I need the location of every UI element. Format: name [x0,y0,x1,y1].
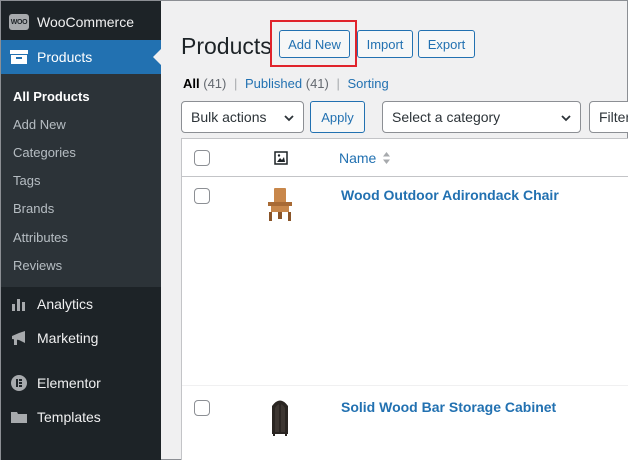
filter-all-count: (41) [203,76,227,91]
apply-button[interactable]: Apply [310,101,365,133]
table-header: Name [182,139,628,177]
filter-all[interactable]: All [183,76,200,91]
submenu-attributes[interactable]: Attributes [13,230,68,245]
category-select-value: Select a category [392,109,501,125]
menu-products[interactable]: Products [1,40,161,74]
product-name-link[interactable]: Wood Outdoor Adirondack Chair [341,187,559,203]
menu-templates[interactable]: Templates [1,400,161,434]
export-button[interactable]: Export [418,30,475,58]
menu-marketing-label: Marketing [37,330,99,346]
menu-marketing[interactable]: Marketing [1,321,161,355]
analytics-icon [1,296,37,312]
elementor-icon [1,374,37,392]
row-checkbox[interactable] [194,400,210,416]
submenu-tags[interactable]: Tags [13,173,40,188]
menu-products-label: Products [37,49,93,65]
submenu-add-new[interactable]: Add New [13,117,66,132]
row-divider [182,385,628,386]
menu-woocommerce-label: WooCommerce [37,14,134,30]
image-icon [274,151,288,165]
status-filter-links: All (41) | Published (41) | Sorting [183,76,389,91]
chevron-down-icon [561,115,571,122]
admin-sidebar: WOO WooCommerce Products All Products Ad… [1,1,161,460]
add-new-highlight [270,20,357,67]
submenu-brands[interactable]: Brands [13,201,54,216]
submenu-reviews[interactable]: Reviews [13,258,62,273]
woocommerce-icon: WOO [1,14,37,30]
products-submenu: All Products Add New Categories Tags Bra… [1,74,161,287]
submenu-categories[interactable]: Categories [13,145,76,160]
column-name-sort[interactable]: Name [339,150,391,166]
page-title: Products [181,33,272,59]
storage-cabinet-image [272,400,288,436]
filter-sorting[interactable]: Sorting [348,76,389,91]
column-name-label: Name [339,150,377,166]
filter-published-count: (41) [305,76,329,91]
category-select[interactable]: Select a category [382,101,581,133]
menu-analytics[interactable]: Analytics [1,287,161,321]
main-content: Products Add New Import Export All (41) … [161,1,628,460]
product-name-link[interactable]: Solid Wood Bar Storage Cabinet [341,399,556,415]
filter-separator: | [234,76,238,91]
product-thumbnail[interactable] [260,184,300,224]
menu-elementor[interactable]: Elementor [1,366,161,400]
import-button[interactable]: Import [357,30,413,58]
menu-templates-label: Templates [37,409,101,425]
filter-published[interactable]: Published [245,76,302,91]
menu-elementor-label: Elementor [37,375,101,391]
chevron-down-icon [284,115,294,122]
menu-woocommerce[interactable]: WOO WooCommerce [1,5,161,39]
megaphone-icon [1,330,37,346]
menu-analytics-label: Analytics [37,296,94,312]
filter-separator: | [336,76,340,91]
product-type-filter-value: Filter [599,109,628,125]
products-table: Name Wood Outdoor Adirondack Chair Solid… [181,138,628,460]
bulk-actions-value: Bulk actions [191,109,267,125]
sort-icon [383,152,391,164]
adirondack-chair-image [268,188,292,221]
products-icon [1,49,37,65]
select-all-checkbox[interactable] [194,150,210,166]
product-thumbnail[interactable] [260,396,300,436]
submenu-all-products[interactable]: All Products [13,89,90,104]
product-type-filter-select[interactable]: Filter [589,101,628,133]
row-checkbox[interactable] [194,188,210,204]
bulk-actions-select[interactable]: Bulk actions [181,101,304,133]
folder-icon [1,409,37,425]
